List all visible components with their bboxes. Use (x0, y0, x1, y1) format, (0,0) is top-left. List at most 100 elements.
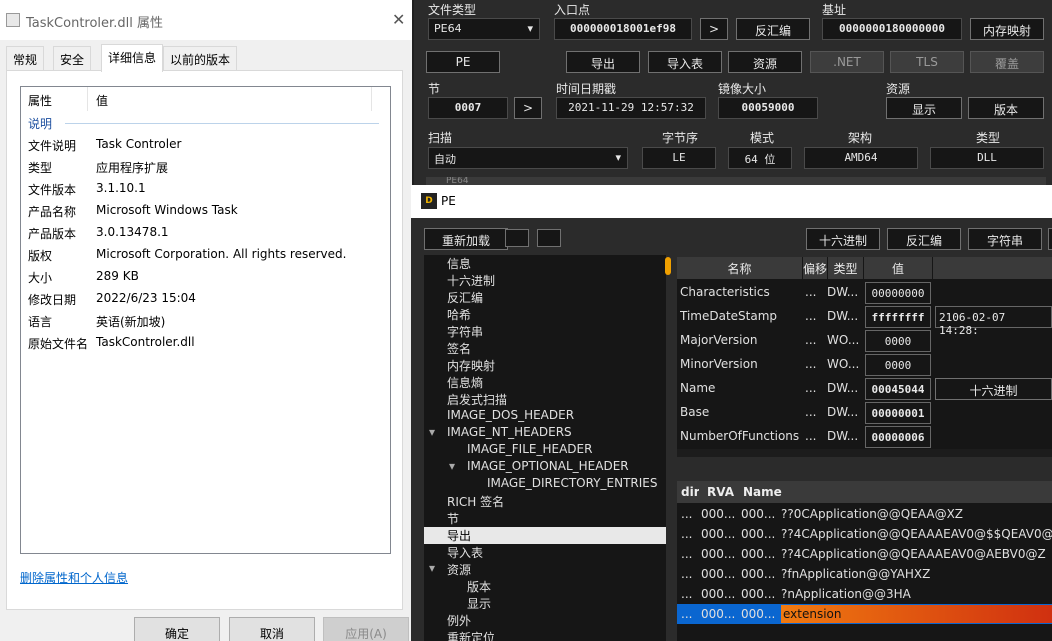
tree-item[interactable]: RICH 签名 (424, 493, 666, 510)
field-row[interactable]: NumberOfFunctions... DW... 00000006 (677, 425, 1052, 449)
pe-strings-button[interactable]: 字符串 (968, 228, 1042, 250)
tree-item[interactable]: 导出 (424, 527, 666, 544)
property-row[interactable]: 语言 英语(新加坡) (28, 313, 388, 335)
field-row[interactable]: MinorVersion... WO... 0000 (677, 353, 1052, 377)
tree-item[interactable]: 导入表 (424, 544, 666, 561)
scan-select[interactable]: 自动 ▾ (428, 147, 628, 169)
splitter[interactable] (677, 449, 1052, 457)
field-value[interactable]: ffffffff (865, 306, 931, 328)
resources-show-button[interactable]: 显示 (886, 97, 962, 119)
field-value[interactable]: 00045044 (865, 378, 931, 400)
column-value[interactable]: 值 (96, 92, 108, 109)
tree-item[interactable]: IMAGE_FILE_HEADER (424, 442, 666, 459)
ok-button[interactable]: 确定 (134, 617, 220, 641)
pe-tree[interactable]: 信息 十六进制 反汇编 哈希 字符串 签名 内存映射 信息熵 启发式扫描 IMAGE_DOS_HE… (424, 255, 666, 641)
export-row[interactable]: ... 000... 000... ?nApplication@@3HA (677, 584, 1052, 604)
property-row[interactable]: 原始文件名 TaskControler.dll (28, 335, 388, 357)
memory-map-button[interactable]: 内存映射 (970, 18, 1044, 40)
more-button[interactable] (1048, 228, 1052, 250)
expand-arrow-icon[interactable]: ▾ (429, 561, 435, 575)
tree-item[interactable]: 签名 (424, 340, 666, 357)
base-field[interactable]: 0000000180000000 (822, 18, 962, 40)
tree-item[interactable]: 字符串 (424, 323, 666, 340)
sections-go-button[interactable]: > (514, 97, 542, 119)
property-row[interactable]: 类型 应用程序扩展 (28, 159, 388, 181)
export-row[interactable]: ... 000... 000... ??4CApplication@@QEAAAEAV… (677, 524, 1052, 544)
tree-item[interactable]: 哈希 (424, 306, 666, 323)
tree-item[interactable]: 版本 (424, 578, 666, 595)
tab-general[interactable]: 常规 (6, 46, 45, 70)
field-row[interactable]: Characteristics... DW... 00000000 (677, 281, 1052, 305)
tree-scrollbar[interactable] (665, 257, 671, 275)
forward-button[interactable] (537, 229, 561, 247)
cancel-button[interactable]: 取消 (229, 617, 315, 641)
time-field[interactable]: 2021-11-29 12:57:32 (556, 97, 706, 119)
import-button[interactable]: 导入表 (648, 51, 722, 73)
field-extra-value[interactable]: 2106-02-07 14:28: (935, 306, 1052, 337)
apply-button[interactable]: 应用(A) (323, 617, 409, 641)
tree-item[interactable]: IMAGE_DOS_HEADER (424, 408, 666, 425)
entry-point-field[interactable]: 000000018001ef98 (554, 18, 692, 40)
property-row[interactable]: 版权 Microsoft Corporation. All rights rese… (28, 247, 388, 269)
export-row[interactable]: ... 000... 000... ??0CApplication@@QEAA@XZ (677, 504, 1052, 524)
tree-item[interactable]: 信息 (424, 255, 666, 272)
close-icon[interactable]: ✕ (392, 10, 405, 29)
property-row[interactable]: 产品版本 3.0.13478.1 (28, 225, 388, 247)
field-value[interactable]: 00000001 (865, 402, 931, 424)
field-row[interactable]: Name... DW... 00045044 十六进制 (677, 377, 1052, 401)
tab-security[interactable]: 安全 (53, 46, 92, 70)
overlay-button[interactable]: 覆盖 (970, 51, 1044, 73)
property-row[interactable]: 产品名称 Microsoft Windows Task (28, 203, 388, 225)
reload-button[interactable]: 重新加载 (424, 228, 508, 250)
net-button[interactable]: .NET (810, 51, 884, 73)
tree-item[interactable]: 节 (424, 510, 666, 527)
remove-properties-link[interactable]: 删除属性和个人信息 (20, 569, 128, 586)
tls-button[interactable]: TLS (890, 51, 964, 73)
tree-item[interactable]: 内存映射 (424, 357, 666, 374)
tree-item[interactable]: 例外 (424, 612, 666, 629)
field-value[interactable]: 0000 (865, 354, 931, 376)
export-button[interactable]: 导出 (566, 51, 640, 73)
sections-field[interactable]: 0007 (428, 97, 508, 119)
export-row[interactable]: ... 000... 000... ?fnApplication@@YAHXZ (677, 564, 1052, 584)
property-row[interactable]: 修改日期 2022/6/23 15:04 (28, 291, 388, 313)
property-row[interactable]: 文件说明 Task Controler (28, 137, 388, 159)
field-row[interactable]: Base... DW... 00000001 (677, 401, 1052, 425)
tree-item[interactable]: 重新定位 (424, 629, 666, 641)
field-value[interactable]: 00000000 (865, 282, 931, 304)
tree-item[interactable]: 显示 (424, 595, 666, 612)
entry-disasm-button[interactable]: 反汇编 (736, 18, 810, 40)
tree-item[interactable]: ▾ IMAGE_NT_HEADERS (424, 425, 666, 442)
tree-item[interactable]: 反汇编 (424, 289, 666, 306)
tree-item[interactable]: 信息熵 (424, 374, 666, 391)
tab-previous-versions[interactable]: 以前的版本 (163, 46, 238, 70)
tab-details[interactable]: 详细信息 (101, 44, 164, 72)
tree-item[interactable]: ▾ IMAGE_OPTIONAL_HEADER (424, 459, 666, 476)
resources-version-button[interactable]: 版本 (968, 97, 1044, 119)
pe-disasm-button[interactable]: 反汇编 (887, 228, 961, 250)
field-row[interactable]: MajorVersion... WO... 0000 (677, 329, 1052, 353)
field-value[interactable]: 0000 (865, 330, 931, 352)
image-size-field[interactable]: 00059000 (718, 97, 818, 119)
tree-item[interactable]: 十六进制 (424, 272, 666, 289)
tree-item[interactable]: ▾ 资源 (424, 561, 666, 578)
tree-item[interactable]: IMAGE_DIRECTORY_ENTRIES (424, 476, 666, 493)
field-row[interactable]: TimeDateStamp... DW... ffffffff 2106-02-07 … (677, 305, 1052, 337)
property-row[interactable]: 大小 289 KB (28, 269, 388, 291)
exports-table[interactable]: dir RVA Name ... 000... 000... ??0CApplicat… (677, 481, 1052, 641)
details-list[interactable]: 属性 值 说明 文件说明 Task Controler 类型 应用程序扩展 文件版本 3.… (20, 86, 391, 554)
tree-item[interactable]: 启发式扫描 (424, 391, 666, 408)
resource-button[interactable]: 资源 (728, 51, 802, 73)
entry-go-button[interactable]: > (700, 18, 728, 40)
file-type-select[interactable]: PE64 ▾ (428, 18, 540, 40)
field-hex-button[interactable]: 十六进制 (935, 378, 1052, 400)
export-row[interactable]: ... 000... 000... extension (677, 604, 1052, 624)
pe-hex-button[interactable]: 十六进制 (806, 228, 880, 250)
pe-button[interactable]: PE (426, 51, 500, 73)
header-fields-table[interactable]: 名称 偏移 类型 值 Characteristics... DW... 000000… (677, 257, 1052, 449)
export-row[interactable]: ... 000... 000... ??4CApplication@@QEAAAEAV… (677, 544, 1052, 564)
column-property[interactable]: 属性 (28, 92, 52, 109)
expand-arrow-icon[interactable]: ▾ (449, 459, 455, 473)
back-button[interactable] (505, 229, 529, 247)
field-value[interactable]: 00000006 (865, 426, 931, 448)
